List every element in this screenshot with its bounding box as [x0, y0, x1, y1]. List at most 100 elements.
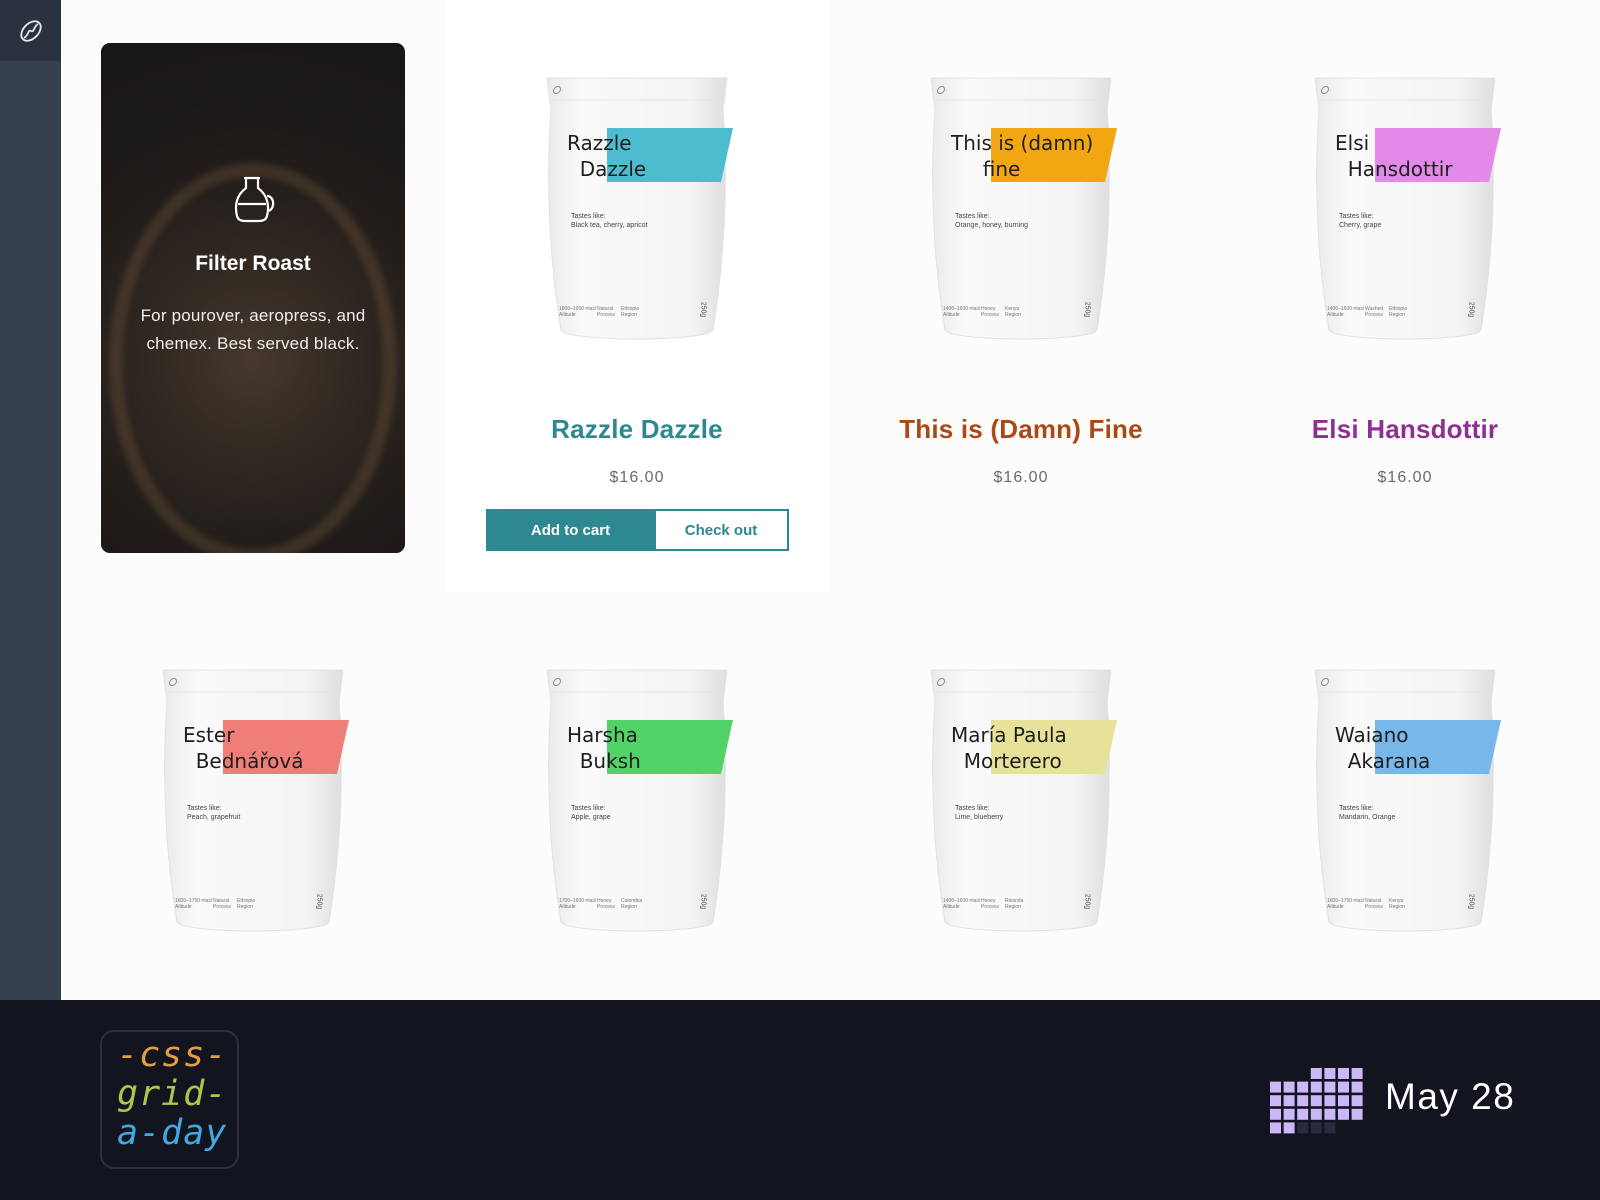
badge-line-1: -css- [117, 1035, 228, 1075]
add-to-cart-button[interactable]: Add to cart [485, 509, 656, 551]
bag-weight: 250g [1083, 893, 1091, 910]
product-image[interactable]: Ester Bednářová Tastes like: Peach, grapef… [153, 662, 353, 942]
product-card-harsha-buksh[interactable]: Harsha Buksh Tastes like: Apple, grape 1700… [445, 592, 829, 972]
bag-spec: 1700–1900 masl Altitude [559, 898, 596, 910]
calendar-day-cell [1324, 1095, 1336, 1107]
bag-spec: 1800–1950 masl Altitude [559, 306, 596, 318]
product-card-waiano-akarana[interactable]: Waiano Akarana Tastes like: Mandarin, Oran… [1213, 592, 1597, 972]
bag-label-name: Ester Bednářová [183, 723, 304, 773]
bag-spec: Ethiopia Region [621, 306, 640, 318]
calendar-day-cell [1297, 1095, 1309, 1107]
calendar-day-cell [1338, 1081, 1349, 1093]
product-name[interactable]: This is (Damn) Fine [899, 414, 1143, 445]
bag-label-name: Elsi Hansdottir [1335, 131, 1453, 181]
calendar-day-cell [1283, 1122, 1295, 1134]
product-image[interactable]: Razzle Dazzle Tastes like: Black tea, cher… [537, 70, 737, 350]
product-card-maria-paula-morterero[interactable]: María Paula Morterero Tastes like: Lime, b… [829, 592, 1213, 972]
calendar-day-cell [1324, 1081, 1336, 1093]
bag-spec: 1400–1600 masl Altitude [943, 898, 980, 910]
product-image[interactable]: Elsi Hansdottir Tastes like: Cherry, grape… [1305, 70, 1505, 350]
main-content: Filter Roast For pourover, aeropress, an… [61, 0, 1600, 1000]
calendar-day-cell [1283, 1095, 1295, 1107]
bag-tastes: Tastes like: Black tea, cherry, apricot [571, 213, 648, 229]
badge-line-3: a-day [117, 1113, 228, 1153]
bag-label-name: Razzle Dazzle [567, 131, 647, 181]
footer-date: May 28 [1385, 1076, 1516, 1117]
check-out-button[interactable]: Check out [655, 509, 789, 551]
product-actions: Add to cart Check out [485, 509, 789, 551]
bag-label-name: Waiano Akarana [1335, 723, 1431, 773]
bag-weight: 250g [1467, 893, 1475, 910]
coffee-pot-icon [234, 176, 275, 223]
bag-spec: 1400–1600 masl Altitude [943, 306, 980, 318]
bag-spec: Honey Process [981, 898, 1000, 910]
product-price: $16.00 [609, 469, 665, 486]
bag-spec: Kenya Region [1005, 306, 1021, 318]
calendar-day-cell [1283, 1081, 1295, 1093]
calendar-day-cell [1351, 1095, 1363, 1107]
bag-weight: 250g [699, 893, 707, 910]
feature-description: For pourover, aeropress, and chemex. Bes… [140, 306, 366, 353]
product-image[interactable]: Harsha Buksh Tastes like: Apple, grape 1700… [537, 662, 737, 942]
bag-weight: 250g [1083, 301, 1091, 318]
bag-spec: 1600–1750 masl Altitude [175, 898, 212, 910]
product-card-ester-bednarova[interactable]: Ester Bednářová Tastes like: Peach, grapef… [61, 592, 445, 972]
bag-spec: Rwanda Region [1005, 898, 1024, 910]
calendar-day-cell [1270, 1095, 1281, 1107]
calendar-day-cell [1270, 1122, 1281, 1134]
product-card-razzle-dazzle[interactable]: Razzle Dazzle Tastes like: Black tea, cher… [445, 0, 829, 592]
bag-label-name: María Paula Morterero [951, 723, 1067, 773]
product-name[interactable]: Elsi Hansdottir [1312, 414, 1498, 445]
bag-tastes: Tastes like: Orange, honey, burning [955, 213, 1029, 229]
bag-spec: Natural Process [597, 306, 616, 318]
footer-bar: -css- grid- a-day May 28 [0, 1000, 1600, 1200]
product-image[interactable]: This is (damn) fine Tastes like: Orange, h… [921, 70, 1121, 350]
bag-weight: 250g [699, 301, 707, 318]
product-card-elsi-hansdottir[interactable]: Elsi Hansdottir Tastes like: Cherry, grape… [1213, 0, 1597, 592]
bag-spec: Colombia Region [621, 898, 643, 910]
calendar-day-cell [1351, 1081, 1363, 1093]
coffee-bean-icon [19, 19, 42, 42]
calendar-day-cell [1270, 1108, 1281, 1120]
bag-spec: Honey Process [981, 306, 1000, 318]
calendar-day-cell [1338, 1108, 1349, 1120]
calendar-grid-icon [1270, 1068, 1363, 1134]
calendar-day-cell [1297, 1081, 1309, 1093]
calendar-day-cell [1310, 1122, 1322, 1134]
calendar-day-cell [1351, 1068, 1363, 1079]
calendar-day-cell [1297, 1122, 1309, 1134]
bag-spec: Ethiopia Region [1389, 306, 1408, 318]
bag-weight: 250g [1467, 301, 1475, 318]
bag-spec: Kenya Region [1389, 898, 1405, 910]
home-logo-button[interactable] [0, 0, 61, 61]
bag-tastes: Tastes like: Mandarin, Orange [1339, 805, 1396, 821]
calendar-day-cell [1338, 1095, 1349, 1107]
product-image[interactable]: María Paula Morterero Tastes like: Lime, b… [921, 662, 1121, 942]
calendar-day-cell [1270, 1081, 1281, 1093]
calendar-day-cell [1310, 1081, 1322, 1093]
bag-spec: Ethiopia Region [237, 898, 256, 910]
filter-roast-feature-card: Filter Roast For pourover, aeropress, an… [101, 43, 405, 553]
product-price: $16.00 [1377, 469, 1433, 486]
calendar-day-cell [1338, 1068, 1349, 1079]
calendar-day-cell [1324, 1122, 1336, 1134]
calendar-day-cell [1324, 1108, 1336, 1120]
bag-spec: Washed Process [1365, 306, 1384, 318]
bag-spec: Natural Process [1365, 898, 1384, 910]
feature-title: Filter Roast [195, 252, 311, 275]
bag-spec: 1400–1500 masl Altitude [1327, 306, 1364, 318]
bag-spec: 1600–1750 masl Altitude [1327, 898, 1364, 910]
product-name[interactable]: Razzle Dazzle [551, 414, 723, 445]
bag-tastes: Tastes like: Apple, grape [571, 805, 611, 821]
product-image[interactable]: Waiano Akarana Tastes like: Mandarin, Oran… [1305, 662, 1505, 942]
bag-label-name: This is (damn) fine [951, 131, 1094, 181]
css-grid-a-day-badge: -css- grid- a-day [100, 1030, 239, 1169]
product-card-this-is-damn-fine[interactable]: This is (damn) fine Tastes like: Orange, h… [829, 0, 1213, 592]
bag-spec: Natural Process [213, 898, 232, 910]
calendar-day-cell [1324, 1068, 1336, 1079]
calendar-day-cell [1310, 1095, 1322, 1107]
bag-tastes: Tastes like: Cherry, grape [1339, 213, 1382, 229]
calendar-day-cell [1283, 1108, 1295, 1120]
bag-spec: Honey Process [597, 898, 616, 910]
calendar-day-cell [1297, 1108, 1309, 1120]
